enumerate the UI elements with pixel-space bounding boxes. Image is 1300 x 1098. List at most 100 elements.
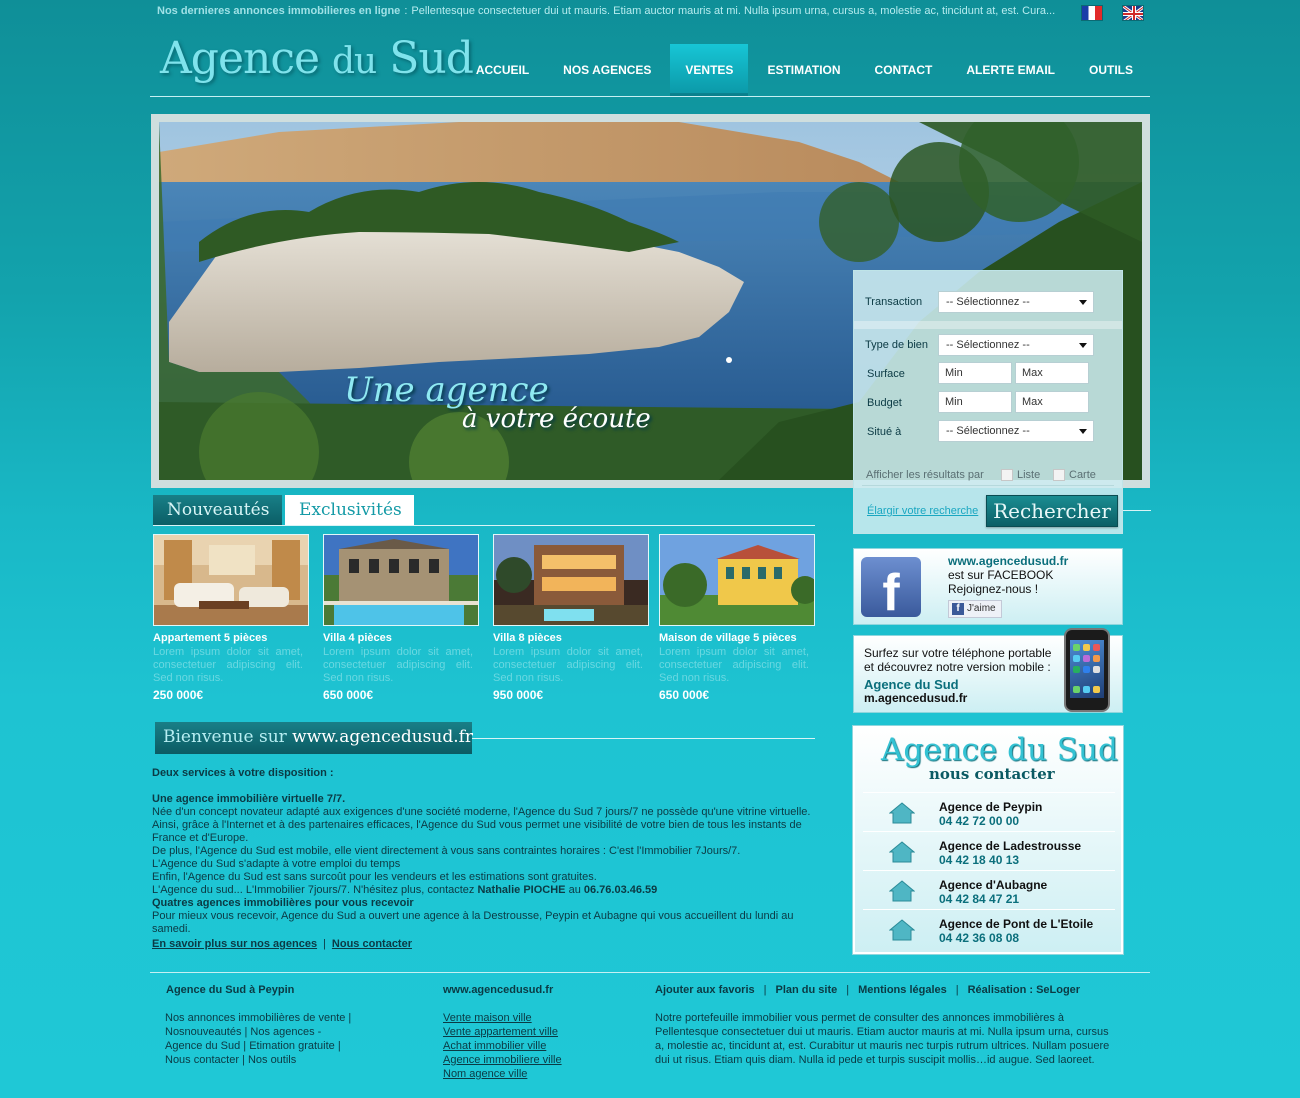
listing-price: 650 000€ (323, 688, 374, 702)
welcome-subheading-1: Une agence immobilière virtuelle 7/7. (152, 793, 346, 805)
situe-select[interactable]: -- Sélectionnez -- (938, 420, 1094, 442)
contact-person-name: Nathalie PIOCHE (477, 884, 566, 896)
english-flag-icon[interactable] (1122, 5, 1144, 21)
nav-contact[interactable]: CONTACT (860, 44, 948, 96)
welcome-paragraph: L'Agence du Sud s'adapte à votre emploi … (152, 858, 401, 870)
site-logo[interactable]: Agence du Sud (160, 34, 474, 87)
listing-title[interactable]: Maison de village 5 pièces (659, 632, 815, 644)
french-flag-icon[interactable] (1081, 5, 1103, 21)
house-icon (889, 880, 915, 902)
welcome-paragraph: Ainsi, grâce à l'Internet et à des parte… (152, 819, 802, 844)
listing-photo[interactable] (323, 534, 479, 626)
budget-min-input[interactable] (938, 391, 1012, 413)
surface-max-input[interactable] (1015, 362, 1089, 384)
situe-label: Situé à (867, 426, 902, 438)
surface-min-input[interactable] (938, 362, 1012, 384)
display-results-label: Afficher les résultats par (866, 469, 984, 481)
nav-accueil[interactable]: ACCUEIL (461, 44, 544, 96)
contact-box-title: Agence du Sud (881, 732, 1118, 768)
agency-contact-item[interactable]: Agence de Pont de L'Etoile 04 42 36 08 0… (863, 909, 1115, 947)
smartphone-icon (1064, 628, 1110, 712)
welcome-contact-line: L'Agence du sud... L'Immobilier 7jours/7… (152, 884, 832, 897)
footer-link[interactable]: Vente maison ville (443, 1011, 562, 1025)
footer-menu-separator: | (955, 984, 959, 996)
search-button[interactable]: Rechercher (986, 495, 1118, 527)
contact-us-link[interactable]: Nous contacter (332, 938, 412, 950)
tab-nouveautes[interactable]: Nouveautés (153, 495, 282, 526)
listing-card[interactable]: Maison de village 5 pièces Lorem ipsum d… (659, 534, 815, 702)
footer-link[interactable]: Nom agence ville (443, 1067, 562, 1081)
nav-ventes[interactable]: VENTES (670, 44, 749, 96)
facebook-site-url: www.agencedusud.fr (948, 554, 1069, 568)
enlarge-search-link[interactable]: Élargir votre recherche (867, 505, 978, 517)
listing-card[interactable]: Villa 4 pièces Lorem ipsum dolor sit ame… (323, 534, 479, 702)
listing-price: 650 000€ (659, 688, 710, 702)
listing-tabs: Nouveautés Exclusivités (153, 495, 417, 526)
agency-contact-box: Agence du Sud nous contacter Agence de P… (853, 726, 1123, 954)
list-checkbox[interactable] (1001, 469, 1013, 481)
welcome-text: Deux services à votre disposition : Une … (152, 767, 832, 936)
footer-col1-text[interactable]: Nos annonces immobilières de vente | Nos… (165, 1011, 360, 1067)
hero-slogan: Une agence à votre écoute (344, 370, 651, 434)
welcome-subheading-2: Quatres agences immobilières pour vous r… (152, 897, 414, 909)
map-checkbox[interactable] (1053, 469, 1065, 481)
listing-photo[interactable] (153, 534, 309, 626)
transaction-select[interactable]: -- Sélectionnez -- (938, 291, 1094, 313)
facebook-like-button[interactable]: f J'aime (948, 600, 1002, 618)
logo-word-du: du (332, 41, 377, 82)
listing-title[interactable]: Villa 8 pièces (493, 632, 649, 644)
ticker-text[interactable]: Pellentesque consectetuer dui ut mauris.… (411, 5, 1055, 17)
contact-line-start: L'Agence du sud... L'Immobilier 7jours/7… (152, 884, 475, 896)
legal-notice-link[interactable]: Mentions légales (858, 984, 947, 996)
welcome-paragraph: Née d'un concept novateur adapté aux exi… (152, 806, 811, 818)
facebook-join-text: Rejoignez-nous ! (948, 582, 1039, 596)
contact-line-mid: au (568, 884, 581, 896)
add-favorites-link[interactable]: Ajouter aux favoris (655, 984, 755, 996)
welcome-intro: Deux services à votre disposition : (152, 767, 334, 779)
listing-description: Lorem ipsum dolor sit amet, consectetuer… (323, 646, 473, 684)
nav-nos-agences[interactable]: NOS AGENCES (548, 44, 666, 96)
footer-link[interactable]: Vente appartement ville (443, 1025, 562, 1039)
contact-person-phone: 06.76.03.46.59 (583, 884, 658, 896)
welcome-heading: Bienvenue sur www.agencedusud.fr (155, 722, 474, 754)
sitemap-link[interactable]: Plan du site (776, 984, 838, 996)
mobile-version-promo[interactable]: Surfez sur votre téléphone portable et d… (853, 628, 1123, 713)
footer-link[interactable]: Achat immobilier ville (443, 1039, 562, 1053)
search-panel-divider (854, 321, 1122, 329)
agency-phone: 04 42 36 08 08 (939, 931, 1020, 945)
listing-description: Lorem ipsum dolor sit amet, consectetuer… (659, 646, 809, 684)
nav-estimation[interactable]: ESTIMATION (752, 44, 855, 96)
listing-card[interactable]: Villa 8 pièces Lorem ipsum dolor sit ame… (493, 534, 649, 702)
nav-outils[interactable]: OUTILS (1074, 44, 1148, 96)
welcome-heading-part1: Bienvenue sur (163, 727, 287, 747)
listing-photo[interactable] (659, 534, 815, 626)
nav-alerte-email[interactable]: ALERTE EMAIL (951, 44, 1070, 96)
credits-link[interactable]: Réalisation : SeLoger (968, 984, 1080, 996)
contact-box-subtitle: nous contacter (929, 765, 1055, 783)
listing-card[interactable]: Appartement 5 pièces Lorem ipsum dolor s… (153, 534, 309, 702)
tab-exclusivites[interactable]: Exclusivités (285, 495, 414, 526)
welcome-paragraph: De plus, l'Agence du Sud est mobile, ell… (152, 845, 741, 857)
main-nav: ACCUEIL NOS AGENCES VENTES ESTIMATION CO… (459, 44, 1150, 96)
budget-max-input[interactable] (1015, 391, 1089, 413)
agency-contact-item[interactable]: Agence de Peypin 04 42 72 00 00 (863, 792, 1115, 830)
listing-title[interactable]: Appartement 5 pièces (153, 632, 309, 644)
type-bien-label: Type de bien (865, 339, 928, 351)
welcome-heading-part2: www.agencedusud.fr (292, 727, 474, 747)
map-checkbox-label: Carte (1069, 469, 1096, 481)
listing-title[interactable]: Villa 4 pièces (323, 632, 479, 644)
type-bien-select[interactable]: -- Sélectionnez -- (938, 334, 1094, 356)
mobile-site-url[interactable]: m.agencedusud.fr (864, 691, 967, 705)
agency-contact-item[interactable]: Agence de Ladestrousse 04 42 18 40 13 (863, 831, 1115, 869)
listing-photo[interactable] (493, 534, 649, 626)
facebook-icon[interactable]: f (861, 557, 921, 617)
mobile-promo-name: Agence du Sud (864, 677, 959, 692)
list-checkbox-label: Liste (1017, 469, 1041, 481)
more-about-agencies-link[interactable]: En savoir plus sur nos agences (152, 938, 317, 950)
agency-contact-item[interactable]: Agence d'Aubagne 04 42 84 47 21 (863, 870, 1115, 908)
footer-link[interactable]: Agence immobiliere ville (443, 1053, 562, 1067)
tabs-underline (153, 525, 815, 526)
facebook-promo[interactable]: f www.agencedusud.fr est sur FACEBOOK Re… (853, 548, 1123, 625)
listing-description: Lorem ipsum dolor sit amet, consectetuer… (153, 646, 303, 684)
budget-label: Budget (867, 397, 902, 409)
